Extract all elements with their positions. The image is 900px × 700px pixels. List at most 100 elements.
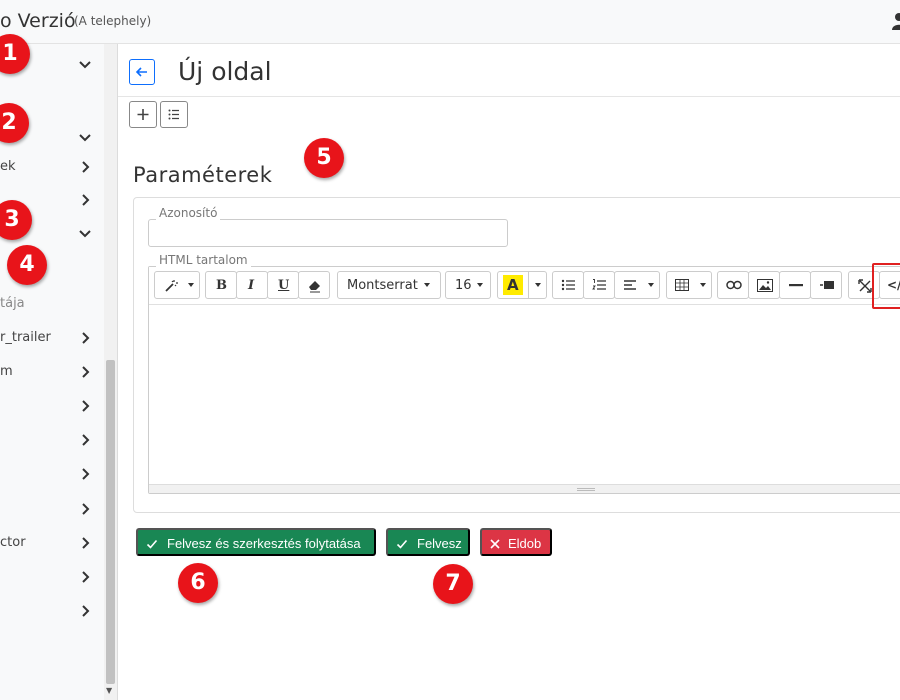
back-button[interactable] — [129, 59, 155, 85]
caret-icon — [188, 283, 194, 287]
app-title: o Verzió — [0, 10, 76, 32]
chevron-right-icon — [82, 503, 90, 515]
clear-format-button[interactable] — [298, 271, 330, 299]
font-size-dropdown[interactable]: 16 — [445, 271, 491, 299]
sidebar-item-label: ek — [0, 159, 16, 174]
section-title: Paraméterek — [133, 163, 273, 187]
step-badge-4: 4 — [7, 245, 47, 285]
video-icon — [820, 281, 834, 289]
chevron-right-icon — [82, 400, 90, 412]
save-continue-button[interactable]: Felvesz és szerkesztés folytatása — [136, 528, 376, 556]
chevron-down-icon — [79, 134, 91, 142]
sidebar-item-8[interactable]: m — [0, 358, 104, 388]
main-content: Új oldal Paraméterek Azonosító B I U Mon… — [118, 44, 900, 700]
sidebar-item-3[interactable]: ek — [0, 153, 104, 183]
step-badge-5: 5 — [304, 138, 344, 178]
chevron-right-icon — [82, 468, 90, 480]
chevron-right-icon — [82, 194, 90, 206]
sidebar: ek tája r_trailer m ctor — [0, 44, 118, 700]
link-icon — [726, 280, 742, 290]
sidebar-item-label: tája — [0, 296, 25, 311]
code-view-highlight — [872, 263, 900, 309]
image-icon — [757, 279, 773, 292]
caret-icon — [477, 283, 483, 287]
add-button[interactable] — [129, 101, 157, 128]
ordered-list-icon — [592, 279, 606, 290]
style-dropdown[interactable] — [154, 271, 200, 299]
image-button[interactable] — [748, 271, 780, 299]
fullscreen-icon — [858, 279, 872, 293]
id-input[interactable] — [148, 219, 508, 247]
italic-button[interactable]: I — [236, 271, 268, 299]
check-icon — [146, 539, 158, 549]
font-color-button[interactable]: A — [497, 271, 547, 299]
table-icon — [675, 279, 689, 291]
list-button[interactable] — [160, 101, 188, 128]
sidebar-item-12[interactable] — [0, 495, 104, 525]
font-size-value: 16 — [455, 278, 472, 293]
bullet-list-icon — [561, 279, 575, 291]
parameters-card: Azonosító B I U Montserrat 16 A < HTML t… — [133, 197, 900, 513]
chevron-down-icon — [79, 230, 91, 238]
check-icon — [396, 539, 408, 549]
sidebar-item-13[interactable]: ctor — [0, 529, 104, 559]
sidebar-item-label: r_trailer — [0, 330, 51, 345]
caret-icon — [535, 283, 541, 287]
chevron-right-icon — [82, 332, 90, 344]
html-label: HTML tartalom — [156, 253, 251, 267]
arrow-left-icon — [135, 67, 147, 77]
save-button[interactable]: Felvesz — [386, 528, 470, 556]
paragraph-dropdown[interactable] — [614, 271, 660, 299]
chevron-right-icon — [82, 434, 90, 446]
chevron-right-icon — [82, 605, 90, 617]
sidebar-item-label: ctor — [0, 535, 26, 550]
chevron-right-icon — [82, 537, 90, 549]
editor-toolbar: B I U Montserrat 16 A < — [149, 267, 900, 305]
discard-button[interactable]: Eldob — [480, 528, 552, 556]
step-badge-6: 6 — [178, 563, 218, 603]
chevron-right-icon — [82, 571, 90, 583]
bullet-list-button[interactable] — [552, 271, 584, 299]
chevron-right-icon — [82, 161, 90, 173]
caret-icon — [424, 283, 430, 287]
minus-icon — [789, 284, 803, 287]
sidebar-item-10[interactable] — [0, 426, 104, 456]
link-button[interactable] — [717, 271, 749, 299]
scrollbar-thumb[interactable] — [106, 360, 115, 684]
table-dropdown[interactable] — [666, 271, 712, 299]
video-button[interactable] — [810, 271, 842, 299]
ordered-list-button[interactable] — [583, 271, 615, 299]
bold-button[interactable]: B — [205, 271, 237, 299]
sidebar-item-7[interactable]: r_trailer — [0, 324, 104, 354]
sidebar-item-15[interactable] — [0, 597, 104, 627]
sidebar-item-11[interactable] — [0, 460, 104, 490]
plus-icon — [137, 109, 149, 120]
page-title: Új oldal — [178, 57, 272, 86]
divider — [118, 96, 900, 97]
sidebar-item-label: m — [0, 364, 13, 379]
list-icon — [168, 109, 179, 120]
editor-resize-handle[interactable] — [149, 484, 900, 493]
id-label: Azonosító — [156, 206, 221, 220]
sidebar-item-6[interactable]: tája — [0, 290, 104, 320]
font-color-icon: A — [507, 276, 519, 294]
sidebar-scrollbar[interactable]: ▼ — [104, 44, 117, 700]
top-bar: o Verzió (A telephely) — [0, 0, 900, 44]
horizontal-rule-button[interactable] — [779, 271, 811, 299]
underline-button[interactable]: U — [267, 271, 299, 299]
eraser-icon — [309, 281, 320, 293]
font-family-value: Montserrat — [347, 278, 418, 293]
chevron-down-icon — [79, 61, 91, 69]
grip-icon — [577, 488, 595, 491]
font-family-dropdown[interactable]: Montserrat — [337, 271, 441, 299]
sidebar-item-14[interactable] — [0, 563, 104, 593]
magic-wand-icon — [165, 280, 178, 292]
user-icon[interactable] — [892, 12, 900, 30]
align-left-icon — [624, 280, 636, 290]
caret-icon — [700, 283, 706, 287]
html-content-editor[interactable] — [149, 305, 900, 485]
sidebar-item-9[interactable] — [0, 392, 104, 422]
step-badge-7: 7 — [433, 564, 473, 604]
app-subtitle: (A telephely) — [74, 14, 152, 28]
scroll-down-icon[interactable]: ▼ — [106, 686, 112, 695]
